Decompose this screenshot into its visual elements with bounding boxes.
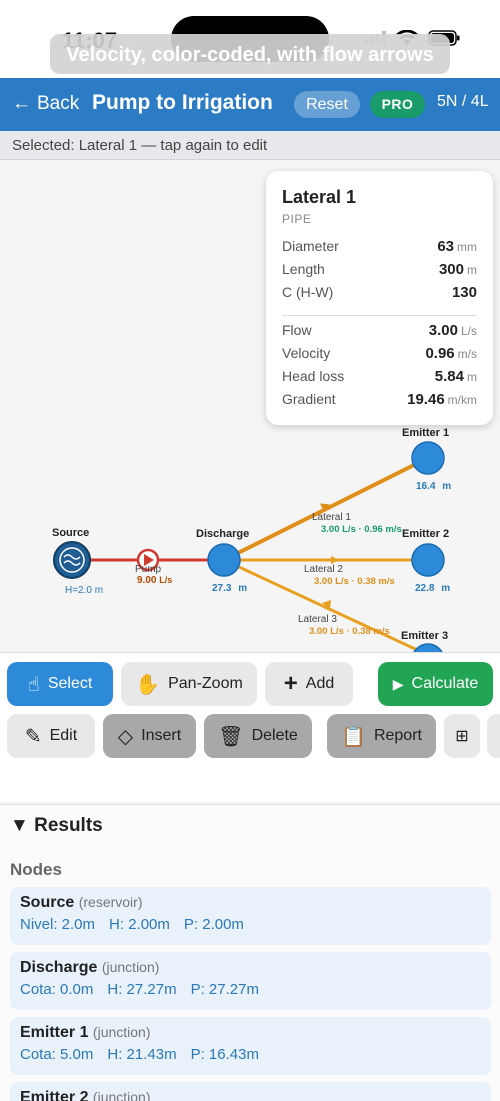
toast-message: Velocity, color-coded, with flow arrows (50, 34, 450, 74)
result-card[interactable]: Emitter 2 (junction) (10, 1082, 491, 1101)
toolbar: ☝ Select ✋ Pan-Zoom + Add ▶ Calculate ✎ … (0, 652, 500, 802)
results-toggle[interactable]: ▼ Results (10, 815, 103, 837)
emitter-2-value: 22.8 m (415, 583, 450, 594)
lateral-3-info: 3.00 L/s · 0.38 m/s (309, 626, 390, 637)
app-screen: 11:07 Velocity, color-coded, with flow a… (0, 0, 500, 1101)
lateral-3-label: Lateral 3 (298, 614, 337, 625)
clipboard-icon: 📋 (341, 725, 366, 748)
discharge-node[interactable] (207, 543, 241, 577)
pump-label: Pump (135, 564, 162, 575)
pointer-hand-icon: ☝ (27, 673, 40, 696)
properties-type: PIPE (282, 212, 312, 226)
select-tool-button[interactable]: ☝ Select (7, 662, 113, 706)
back-button[interactable]: ← Back (12, 93, 79, 115)
calculate-button[interactable]: ▶ Calculate (378, 662, 493, 706)
insert-tool-button[interactable]: ◇ Insert (103, 714, 196, 758)
property-row: Diameter 63 mm (282, 238, 477, 255)
emitter-3-label: Emitter 3 (401, 630, 448, 642)
result-card[interactable]: Emitter 1 (junction) Cota: 5.0m H: 21.43m… (10, 1017, 491, 1075)
pencil-icon: ✎ (24, 725, 42, 748)
hand-icon: ✋ (135, 673, 161, 696)
emitter-1-label: Emitter 1 (402, 427, 449, 439)
property-row: Flow 3.00 L/s (282, 322, 477, 339)
discharge-value: 27.3 m (212, 583, 247, 594)
pan-zoom-tool-button[interactable]: ✋ Pan-Zoom (121, 662, 257, 706)
divider (282, 315, 477, 316)
delete-tool-button[interactable]: 🗑 Delete (204, 714, 312, 758)
flow-arrow-icon (331, 556, 339, 564)
triangle-down-icon: ▼ (10, 815, 29, 836)
back-label: Back (37, 93, 80, 114)
property-row: Head loss 5.84 m (282, 368, 477, 385)
source-value: H=2.0 m (65, 585, 103, 596)
trash-icon: 🗑 (218, 725, 244, 748)
grid-button[interactable]: ⊞ (444, 714, 480, 758)
pipe-properties-panel: Lateral 1 PIPE Diameter 63 mm Length 300 m C… (266, 171, 493, 425)
emitter-3-node[interactable] (412, 643, 444, 652)
nav-bar: ← Back Pump to Irrigation Reset PRO 5N /… (0, 78, 500, 131)
lateral-1-label: Lateral 1 (312, 512, 351, 523)
network-counts: 5N / 4L (437, 93, 489, 110)
plus-icon: + (283, 670, 298, 697)
emitter-2-node[interactable] (411, 543, 445, 577)
report-tool-button[interactable]: 📋 Report (327, 714, 436, 758)
page-title: Pump to Irrigation (92, 91, 273, 114)
edit-tool-button[interactable]: ✎ Edit (7, 714, 95, 758)
property-row: C (H-W) 130 (282, 284, 477, 301)
arrow-left-icon: ← (12, 93, 31, 114)
emitter-2-label: Emitter 2 (402, 528, 449, 540)
source-node[interactable] (53, 541, 91, 579)
result-card[interactable]: Source (reservoir) Nivel: 2.0m H: 2.00m P:… (10, 887, 491, 945)
diamond-icon: ◇ (117, 725, 134, 748)
pro-badge[interactable]: PRO (370, 91, 425, 118)
emitter-1-value: 16.4 m (416, 481, 451, 492)
selection-status: Selected: Lateral 1 — tap again to edit (0, 131, 500, 160)
properties-title: Lateral 1 (282, 187, 357, 207)
add-tool-button[interactable]: + Add (265, 662, 353, 706)
lateral-2-label: Lateral 2 (304, 564, 343, 575)
lateral-1-info: 3.00 L/s · 0.96 m/s (321, 524, 402, 535)
source-label: Source (52, 527, 89, 539)
property-row: Gradient 19.46 m/km (282, 391, 477, 408)
more-tools-button[interactable] (487, 714, 500, 758)
property-row: Length 300 m (282, 261, 477, 278)
property-row: Velocity 0.96 m/s (282, 345, 477, 362)
result-card[interactable]: Discharge (junction) Cota: 0.0m H: 27.27m… (10, 952, 491, 1010)
nodes-section-label: Nodes (10, 860, 62, 879)
reset-button[interactable]: Reset (294, 91, 360, 118)
play-icon: ▶ (392, 675, 404, 692)
lateral-2-info: 3.00 L/s · 0.38 m/s (314, 576, 395, 587)
discharge-label: Discharge (196, 528, 249, 540)
pump-flow: 9.00 L/s (137, 575, 172, 586)
grid-icon: ⊞ (455, 728, 469, 745)
emitter-1-node[interactable] (411, 441, 445, 475)
